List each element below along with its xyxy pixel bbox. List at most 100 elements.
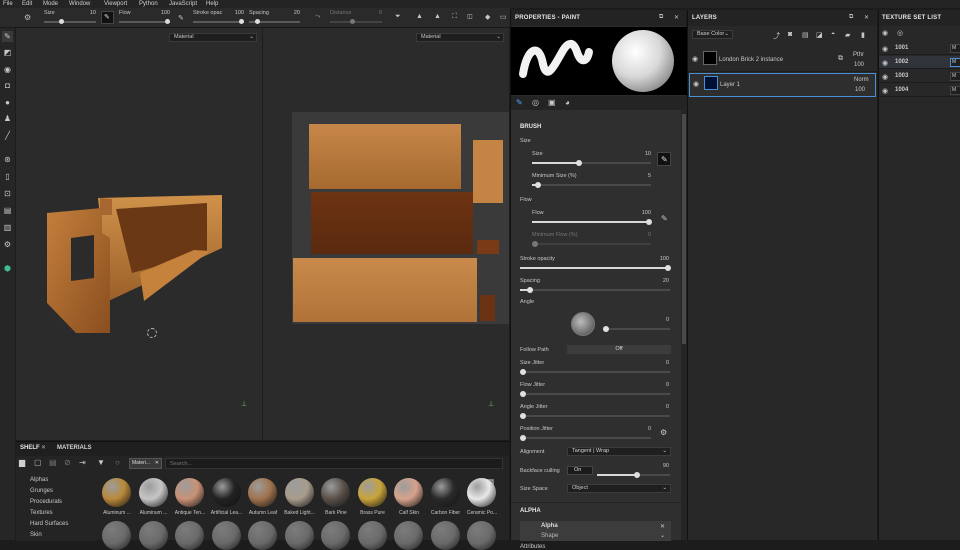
material-thumbnail[interactable]	[211, 478, 241, 507]
material-thumbnail[interactable]	[467, 521, 496, 550]
plugin-icon[interactable]: ⬢	[2, 263, 13, 274]
material-thumbnail[interactable]	[357, 478, 387, 507]
size-pressure-button[interactable]: ✎	[657, 152, 671, 166]
polygon-fill-icon[interactable]: ◘	[2, 80, 13, 91]
display-icon[interactable]: ▭	[500, 13, 507, 21]
visibility-eye-icon[interactable]: ◉	[882, 87, 888, 95]
layer-opacity[interactable]: 100	[854, 62, 864, 68]
material-thumbnail[interactable]	[102, 478, 131, 507]
angle-jitter-knob[interactable]	[520, 413, 526, 419]
layer-blend-mode[interactable]: Norm	[854, 77, 869, 83]
symmetry-icon[interactable]: ⚙	[24, 13, 31, 22]
flow-jitter-value[interactable]: 0	[649, 382, 669, 388]
material-thumbnail[interactable]	[102, 521, 131, 550]
backface-toggle[interactable]: On	[567, 466, 593, 475]
stroke-opacity-slider[interactable]	[520, 265, 671, 271]
min-flow-value[interactable]: 0	[631, 232, 651, 238]
position-jitter-value[interactable]: 0	[631, 426, 651, 432]
import-icon[interactable]: ▤	[49, 458, 57, 467]
category-alphas[interactable]: Alphas	[30, 477, 48, 483]
add-folder-icon[interactable]: ▰	[845, 31, 850, 39]
brush-tab-icon[interactable]: ✎	[516, 98, 523, 107]
material-thumbnail[interactable]	[248, 521, 277, 550]
material-thumbnail[interactable]	[175, 478, 204, 507]
menu-window[interactable]: Window	[69, 0, 90, 8]
viewport-2d-channel-select[interactable]: Material ⌄	[416, 33, 504, 42]
menu-edit[interactable]: Edit	[22, 0, 32, 8]
close-icon[interactable]: ✕	[41, 444, 46, 451]
size-slider[interactable]	[532, 160, 651, 166]
backface-value[interactable]: 90	[649, 463, 669, 469]
backface-knob[interactable]	[634, 472, 640, 478]
close-icon[interactable]: ✕	[155, 459, 159, 468]
texture-set-material[interactable]: M	[950, 86, 960, 95]
menu-javascript[interactable]: JavaScript	[169, 0, 197, 8]
properties-scroll-thumb[interactable]	[682, 114, 686, 344]
view-icon[interactable]: ⏷	[395, 13, 401, 21]
flow-slider[interactable]	[532, 219, 652, 225]
toolbar-spacing-value[interactable]: 20	[280, 10, 300, 16]
stencil-tab-icon[interactable]: ▣	[548, 98, 556, 107]
layer-blend-mode[interactable]: Pthr	[853, 52, 864, 58]
menu-help[interactable]: Help	[206, 0, 218, 8]
delete-layer-icon[interactable]: ▮	[861, 31, 865, 39]
bake-icon[interactable]: ⊛	[2, 154, 13, 165]
shape-icon[interactable]: ⊡	[2, 188, 13, 199]
flow-slider-knob[interactable]	[646, 219, 652, 225]
projection-icon[interactable]: ◉	[2, 64, 13, 75]
menu-file[interactable]: File	[3, 0, 13, 8]
fill-bucket-icon[interactable]: ◓	[831, 31, 835, 38]
folder-icon[interactable]: ▆	[19, 458, 25, 467]
spacing-value[interactable]: 20	[649, 278, 669, 284]
flow-jitter-slider[interactable]	[520, 391, 670, 397]
document-icon[interactable]: ▥	[2, 222, 13, 233]
texture-set-row[interactable]: ◉ 1001 M	[879, 42, 960, 55]
material-thumbnail[interactable]	[430, 521, 460, 550]
stroke-opacity-knob[interactable]	[665, 265, 671, 271]
toolbar-opacity-knob[interactable]	[239, 19, 244, 24]
toolbar-spacing-knob[interactable]	[255, 19, 260, 24]
refresh-icon[interactable]: ○	[115, 458, 120, 467]
texture-set-name[interactable]: 1003	[895, 73, 908, 79]
smudge-icon[interactable]: ●	[2, 97, 13, 108]
texture-set-name[interactable]: 1002	[895, 59, 908, 65]
angle-dial[interactable]	[571, 312, 595, 336]
toolbar-size-value[interactable]: 10	[76, 10, 96, 16]
material-thumbnail[interactable]	[284, 478, 314, 507]
size-jitter-knob[interactable]	[520, 369, 526, 375]
toolbar-flow-slider[interactable]	[119, 19, 170, 24]
toolbar-flow-value[interactable]: 100	[150, 10, 170, 16]
min-flow-slider-knob[interactable]	[532, 241, 538, 247]
size-space-select[interactable]: Object ⌄	[567, 484, 671, 493]
channel-select[interactable]: Base Color ⌄	[692, 30, 733, 39]
visibility-eye-icon[interactable]: ◉	[882, 59, 888, 67]
material-thumbnail[interactable]	[430, 478, 460, 507]
tab-shelf[interactable]: SHELF	[20, 445, 40, 451]
viewport-3d[interactable]: Material ⌄ ⊥	[16, 28, 262, 440]
material-thumbnail[interactable]	[175, 521, 204, 550]
category-procedurals[interactable]: Procedurals	[30, 499, 62, 505]
paint-brush-icon[interactable]: ✎	[2, 31, 13, 42]
snapshot-icon[interactable]: ⛶	[452, 13, 457, 21]
toolbar-flow-knob[interactable]	[165, 19, 170, 24]
visibility-eye-icon[interactable]: ◉	[882, 73, 888, 81]
texture-set-material[interactable]: M	[950, 58, 960, 67]
float-icon[interactable]: ⧉	[659, 14, 663, 21]
random-seed-icon[interactable]: ⚙	[660, 428, 667, 437]
add-fill-layer-icon[interactable]: ▤	[802, 31, 809, 39]
texture-set-material[interactable]: M	[950, 44, 960, 53]
layer-name[interactable]: London Brick 2 instance	[719, 57, 783, 63]
layer-name[interactable]: Layer 1	[720, 82, 740, 88]
category-hard-surfaces[interactable]: Hard Surfaces	[30, 521, 68, 527]
material-thumbnail[interactable]	[138, 521, 168, 550]
color-picker-icon[interactable]: ╱	[2, 130, 13, 141]
add-mask-icon[interactable]: ◙	[788, 31, 792, 38]
hide-icon[interactable]: ⊘	[64, 458, 71, 467]
environment-icon[interactable]: ▲	[416, 13, 423, 20]
pen-pressure-flow-icon[interactable]: ✎	[178, 14, 184, 22]
toolbar-distance-value[interactable]: 0	[362, 10, 382, 16]
menu-viewport[interactable]: Viewport	[104, 0, 127, 8]
visibility-eye-icon[interactable]: ◉	[693, 80, 699, 88]
angle-slider-knob[interactable]	[603, 326, 609, 332]
position-jitter-knob[interactable]	[520, 435, 526, 441]
